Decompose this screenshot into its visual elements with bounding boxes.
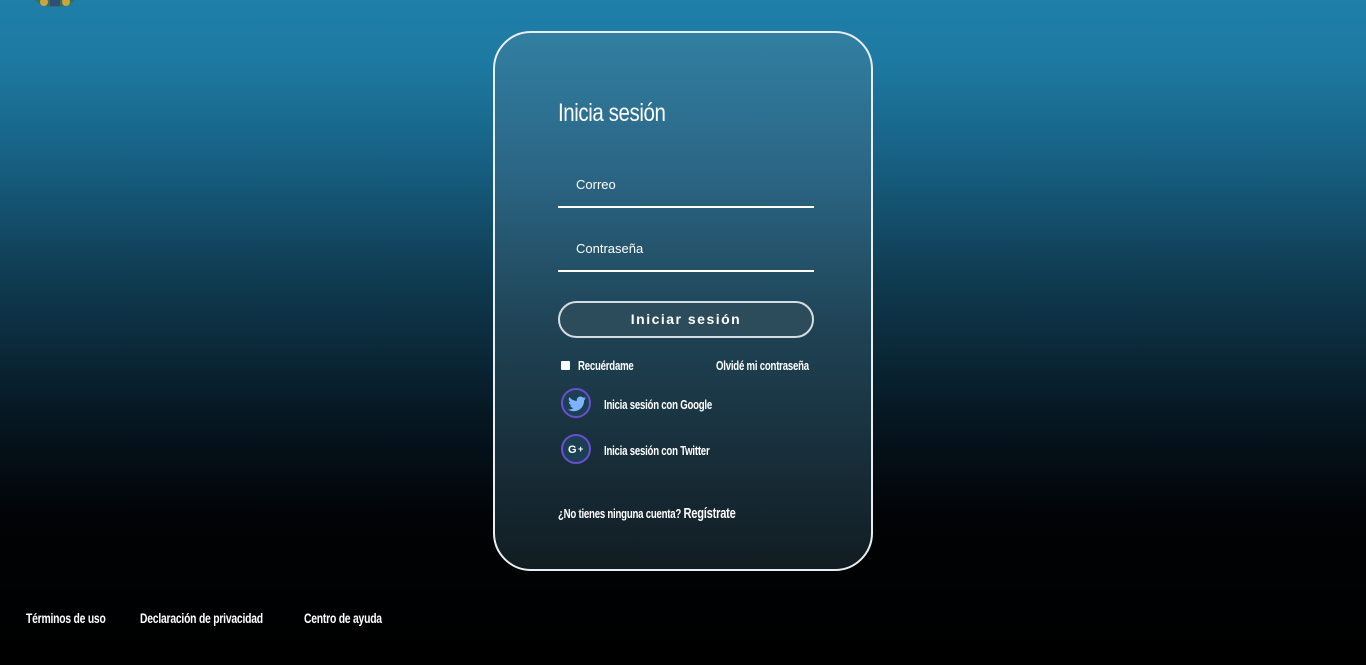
login-card: Inicia sesión Iniciar sesión Recuérdame … bbox=[493, 31, 873, 571]
svg-text:+: + bbox=[578, 444, 583, 454]
svg-text:G: G bbox=[568, 444, 577, 456]
twitter-bird-icon bbox=[561, 388, 591, 418]
password-field[interactable] bbox=[558, 226, 814, 270]
google-plus-icon: G + bbox=[561, 434, 591, 464]
password-field-wrapper bbox=[558, 226, 814, 272]
login-button[interactable]: Iniciar sesión bbox=[558, 301, 814, 338]
forgot-password-link[interactable]: Olvidé mi contraseña bbox=[716, 358, 809, 373]
twitter-login-button[interactable]: G + Inicia sesión con Twitter bbox=[561, 434, 821, 468]
footer-link-help[interactable]: Centro de ayuda bbox=[304, 610, 382, 626]
signup-row: ¿No tienes ninguna cuenta? Regístrate bbox=[558, 505, 736, 522]
google-login-label: Inicia sesión con Google bbox=[604, 397, 713, 412]
email-field[interactable] bbox=[558, 162, 814, 206]
signup-prompt: ¿No tienes ninguna cuenta? bbox=[558, 506, 682, 521]
email-field-wrapper bbox=[558, 162, 814, 208]
remember-checkbox[interactable] bbox=[561, 361, 570, 370]
google-login-button[interactable]: Inicia sesión con Google bbox=[561, 388, 821, 422]
twitter-login-label: Inicia sesión con Twitter bbox=[604, 443, 710, 458]
logo bbox=[30, 0, 80, 10]
footer-link-privacy[interactable]: Declaración de privacidad bbox=[140, 610, 263, 626]
page-title: Inicia sesión bbox=[558, 99, 666, 127]
signup-link[interactable]: Regístrate bbox=[683, 505, 735, 522]
remember-label: Recuérdame bbox=[578, 358, 634, 373]
footer-link-terms[interactable]: Términos de uso bbox=[26, 610, 106, 626]
